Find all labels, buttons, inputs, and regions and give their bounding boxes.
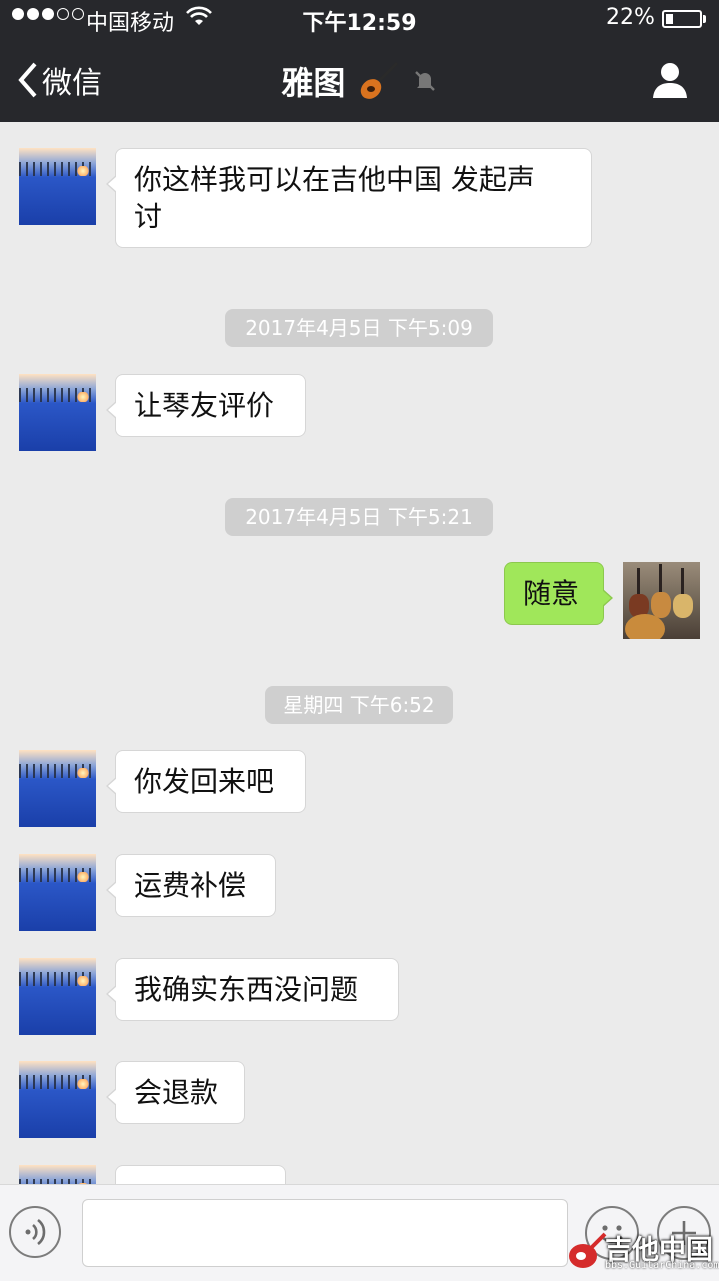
incoming-message-bubble[interactable]: 让琴友评价 <box>106 374 306 437</box>
voice-icon[interactable] <box>9 1206 61 1258</box>
profile-icon[interactable] <box>650 60 690 104</box>
battery-icon <box>662 10 702 28</box>
watermark-logo-icon <box>569 1232 607 1268</box>
guitar-emoji-icon <box>360 61 398 99</box>
message-text: 会退款 <box>134 1076 219 1109</box>
incoming-message-bubble[interactable]: 你这样我可以在吉他中国 发起声 讨 <box>106 148 592 248</box>
guitarchina-watermark: 吉他中国 bbs.GuitarChina.com <box>565 1228 719 1276</box>
contact-avatar[interactable] <box>19 374 96 451</box>
chat-title-text: 雅图 <box>281 64 346 102</box>
message-text-line: 讨 <box>134 200 163 233</box>
timestamp-label: 星期四 下午6:52 <box>265 686 453 724</box>
incoming-message-bubble[interactable]: 会退款 <box>106 1061 245 1124</box>
message-text: 随意 <box>523 577 580 610</box>
contact-avatar[interactable] <box>19 1061 96 1138</box>
contact-avatar[interactable] <box>19 854 96 931</box>
chat-area[interactable]: 你这样我可以在吉他中国 发起声 讨 2017年4月5日 下午5:09 让琴友评价… <box>0 122 719 1184</box>
timestamp-label: 2017年4月5日 下午5:09 <box>225 309 493 347</box>
message-text: 你发回来吧 <box>134 765 275 798</box>
incoming-message-bubble[interactable]: 我确实东西没问题 <box>106 958 399 1021</box>
incoming-message-bubble[interactable]: 运费补偿 <box>106 854 276 917</box>
contact-avatar[interactable] <box>19 1165 96 1184</box>
my-avatar[interactable] <box>623 562 700 639</box>
battery-percent: 22% <box>606 5 655 30</box>
outgoing-message-bubble[interactable]: 随意 <box>504 562 613 625</box>
message-text: 让琴友评价 <box>134 389 275 422</box>
message-text: 运费补偿 <box>134 869 247 902</box>
incoming-message-bubble[interactable]: 你发回来吧 <box>106 750 306 813</box>
contact-avatar[interactable] <box>19 148 96 225</box>
nav-bar: 微信 雅图 <box>0 40 719 122</box>
timestamp-label: 2017年4月5日 下午5:21 <box>225 498 493 536</box>
contact-avatar[interactable] <box>19 958 96 1035</box>
message-text: 我确实东西没问题 <box>134 973 359 1006</box>
message-input[interactable] <box>82 1199 568 1267</box>
battery-tip <box>703 15 706 23</box>
message-text-line: 你这样我可以在吉他中国 发起声 <box>134 163 535 196</box>
contact-avatar[interactable] <box>19 750 96 827</box>
incoming-message-bubble[interactable] <box>115 1165 286 1184</box>
top-bar: 中国移动 下午12:59 22% 微信 雅图 <box>0 0 719 122</box>
status-bar: 中国移动 下午12:59 22% <box>0 0 719 40</box>
chat-title[interactable]: 雅图 <box>0 58 719 104</box>
watermark-url: bbs.GuitarChina.com <box>605 1260 719 1271</box>
muted-bell-icon <box>414 71 435 91</box>
